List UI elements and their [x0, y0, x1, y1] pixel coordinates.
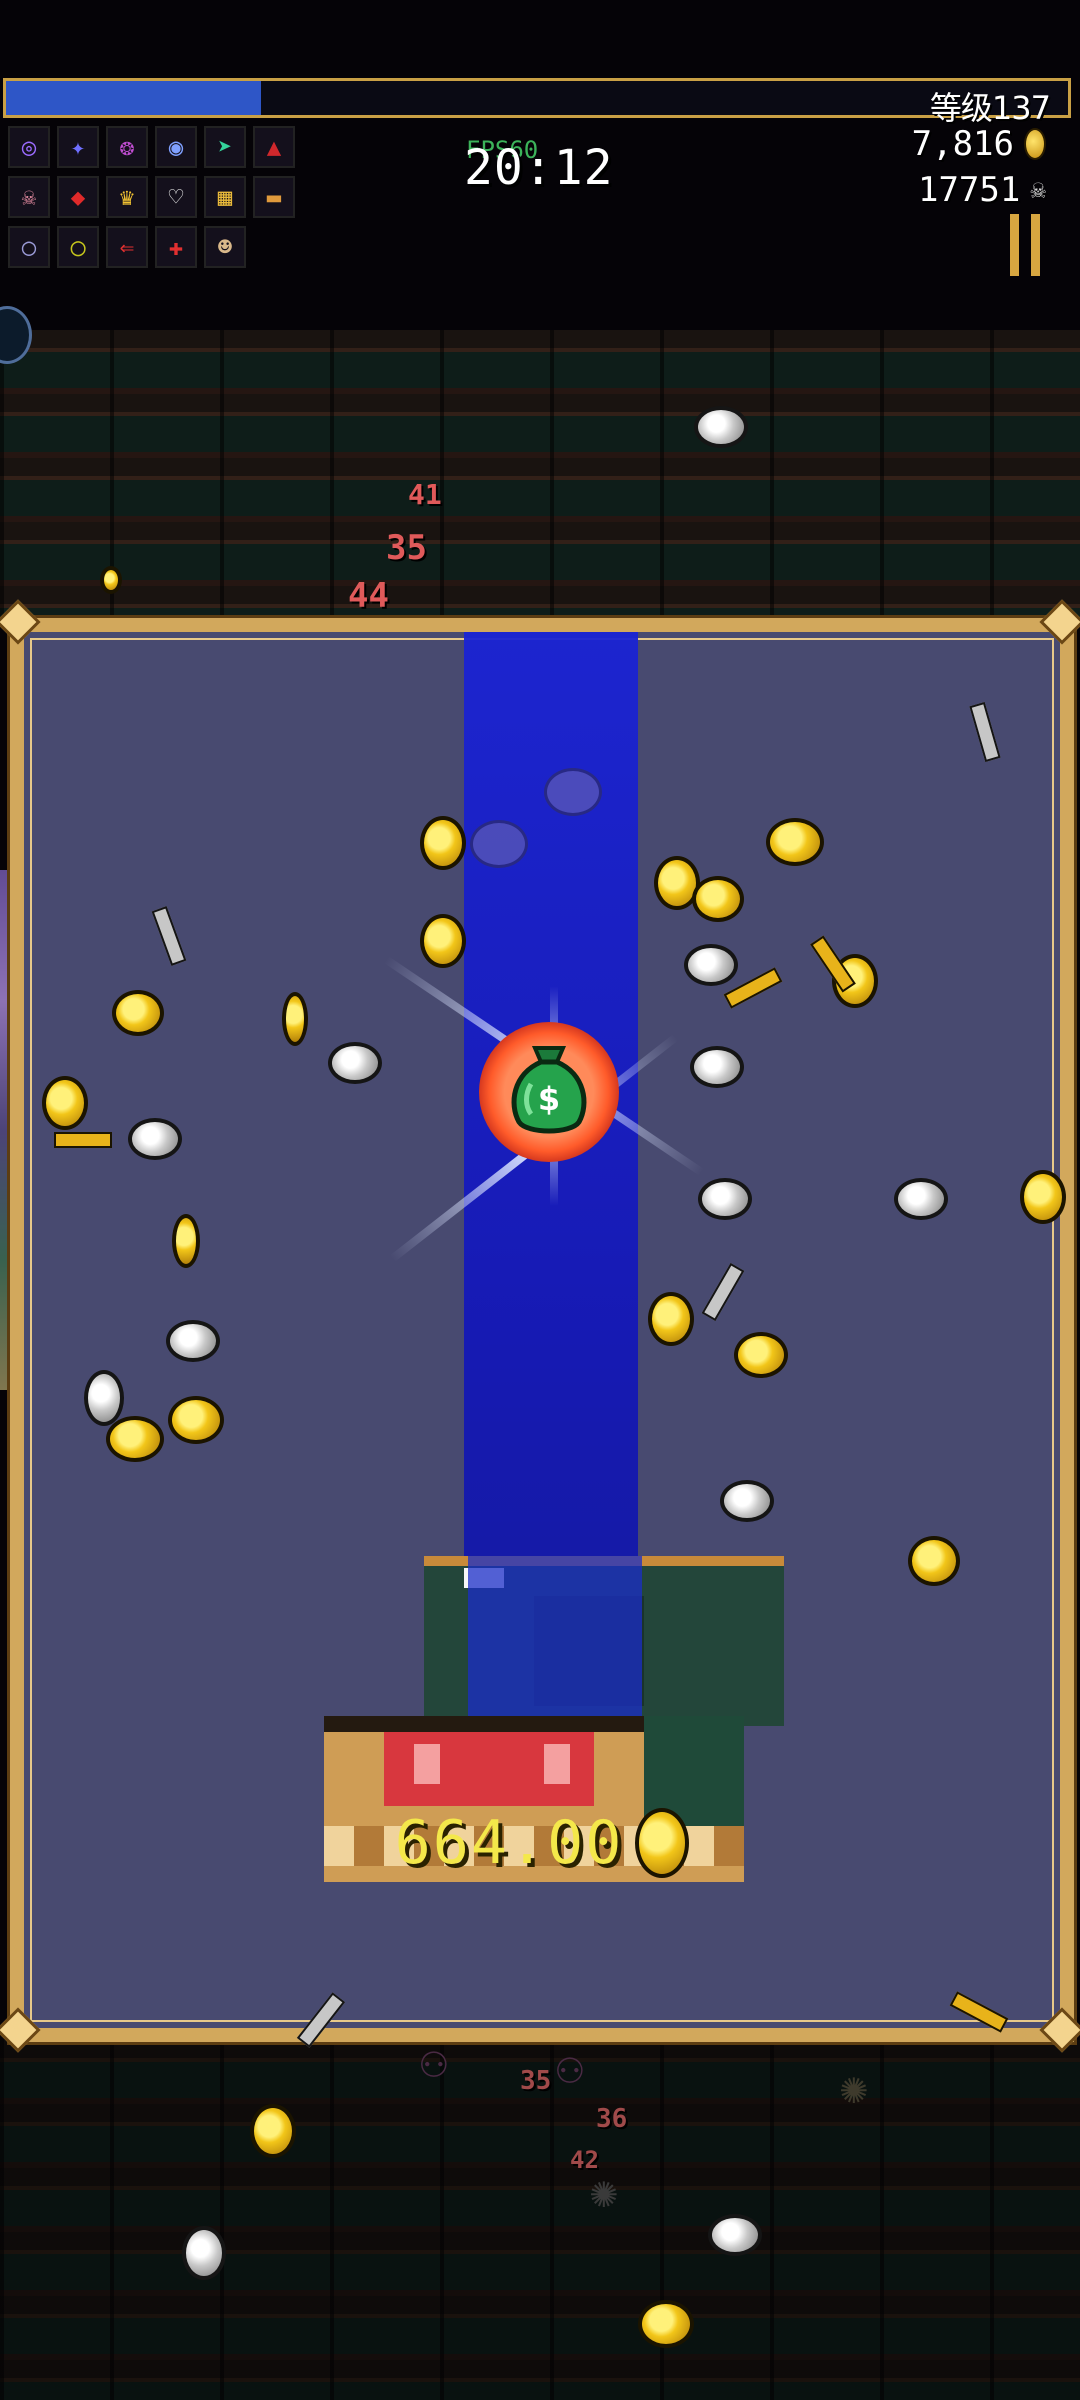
- gold-coin: [172, 1214, 200, 1268]
- chest-trim-highlight: [414, 1744, 440, 1784]
- gold-counter: 7,816: [912, 124, 1046, 164]
- damage-number: 35: [520, 2066, 552, 2096]
- treasure-chest-panel: $ 664.00: [7, 615, 1077, 2045]
- bat-enemy-icon: ⚇: [556, 2040, 584, 2094]
- damage-number: 36: [596, 2104, 628, 2134]
- light-beam-overlay: [468, 1556, 642, 1716]
- silver-coin: [690, 1046, 744, 1088]
- gold-coin: [250, 2104, 296, 2158]
- silver-bar: [701, 1262, 745, 1322]
- silver-coin: [128, 1118, 182, 1160]
- heart-icon: ♡: [155, 176, 197, 218]
- gold-coin: [1020, 1170, 1066, 1224]
- chest-trim-highlight: [544, 1744, 570, 1784]
- gold-coin: [638, 2300, 694, 2348]
- ring-icon: ○: [8, 226, 50, 268]
- svg-text:$: $: [538, 1080, 560, 1118]
- gold-coin: [112, 990, 164, 1036]
- gold-coin: [168, 1396, 224, 1444]
- survival-timer: 20:12: [464, 140, 614, 196]
- face-icon: ☻: [204, 226, 246, 268]
- gold-ring-icon: ◯: [57, 226, 99, 268]
- skull-icon: ☠: [8, 176, 50, 218]
- equipped-items-grid: ◎ ✦ ❂ ◉ ➤ ▲ ☠ ◆ ♛ ♡ ▦ ▬ ○ ◯ ⇐ ✚ ☻: [8, 126, 298, 268]
- gold-bar: [949, 1991, 1009, 2033]
- faded-coin: [544, 768, 602, 816]
- arrow-icon: ➤: [204, 126, 246, 168]
- red-cloak-icon: ▲: [253, 126, 295, 168]
- red-arrow-cross-icon: ✚: [155, 226, 197, 268]
- faded-coin: [470, 820, 528, 868]
- gold-coin: [766, 818, 824, 866]
- experience-fill: [6, 81, 261, 115]
- silver-bar: [969, 701, 1001, 763]
- skeleton-enemy-icon: ✺: [840, 2060, 868, 2114]
- gold-coin: [734, 1332, 788, 1378]
- purple-swirl-icon: ❂: [106, 126, 148, 168]
- damage-number: 35: [386, 528, 427, 568]
- lattice-icon: ▦: [204, 176, 246, 218]
- silver-coin: [84, 1370, 124, 1426]
- chest-reward: 664.00: [24, 1808, 1060, 1878]
- gold-coin: [692, 876, 744, 922]
- bat-enemy-icon: ⚇: [420, 2034, 448, 2088]
- red-armor-icon: ◆: [57, 176, 99, 218]
- gold-bar: [54, 1132, 112, 1148]
- damage-number: 41: [408, 478, 442, 511]
- money-bag-icon: $: [511, 1046, 587, 1134]
- silver-coin: [684, 944, 738, 986]
- rainbow-aura: [0, 870, 10, 1390]
- bread-icon: ▬: [253, 176, 295, 218]
- silver-coin: [182, 2226, 226, 2280]
- silver-coin: [166, 1320, 220, 1362]
- blue-orb-icon: ◉: [155, 126, 197, 168]
- skull-icon: ☠: [1030, 175, 1046, 205]
- gold-coin: [648, 1292, 694, 1346]
- pause-button[interactable]: [1010, 214, 1050, 276]
- target-rune-icon: ◎: [8, 126, 50, 168]
- pause-bar-left: [1010, 214, 1019, 276]
- silver-coin: [694, 406, 748, 448]
- level-label: 等级137: [929, 89, 1051, 127]
- damage-number: 44: [348, 576, 389, 616]
- kill-counter: 17751 ☠: [918, 170, 1046, 210]
- crown-icon: ♛: [106, 176, 148, 218]
- silver-coin: [698, 1178, 752, 1220]
- reward-coin-icon: [635, 1808, 690, 1878]
- gold-coin: [420, 816, 466, 870]
- spellbook-icon: ✦: [57, 126, 99, 168]
- kill-amount: 17751: [917, 170, 1021, 210]
- silver-coin: [708, 2214, 762, 2256]
- reward-amount: 664.00: [394, 1808, 624, 1878]
- silver-coin: [328, 1042, 382, 1084]
- silver-bar: [151, 906, 187, 966]
- skeleton-enemy-icon: ✺: [590, 2164, 618, 2218]
- gold-coin: [282, 992, 308, 1046]
- silver-coin: [894, 1178, 948, 1220]
- gold-coin: [420, 914, 466, 968]
- gold-amount: 7,816: [911, 124, 1014, 164]
- gold-coin-icon: [1024, 128, 1046, 160]
- gold-coin: [42, 1076, 88, 1130]
- silver-coin: [720, 1480, 774, 1522]
- gold-coin: [106, 1416, 164, 1462]
- gold-coin: [100, 566, 122, 594]
- library-background-top: [0, 330, 1080, 620]
- red-arrow-left-icon: ⇐: [106, 226, 148, 268]
- gold-coin: [908, 1536, 960, 1586]
- pause-bar-right: [1031, 214, 1040, 276]
- experience-bar: 等级137: [3, 78, 1071, 127]
